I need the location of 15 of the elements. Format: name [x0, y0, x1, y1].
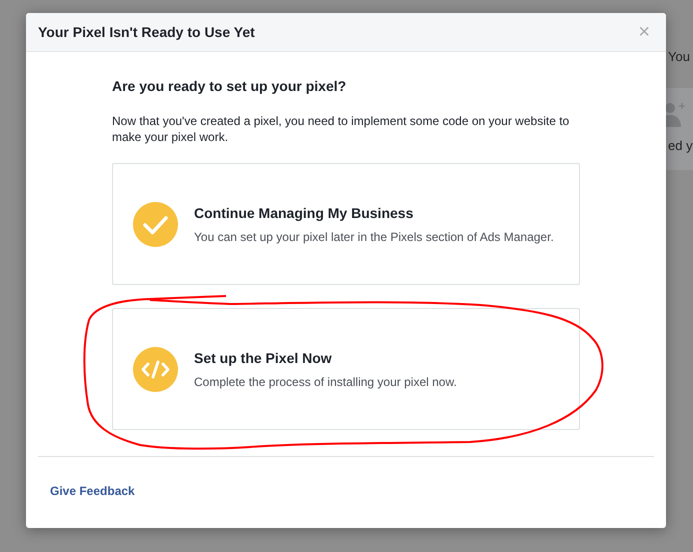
option-title: Continue Managing My Business: [194, 204, 414, 223]
option-description: You can set up your pixel later in the Pixels section of Ads Manager.: [194, 228, 554, 246]
background-text: ed y: [668, 137, 693, 155]
option-title: Set up the Pixel Now: [194, 348, 333, 368]
code-icon: [133, 346, 178, 392]
option-card[interactable]: Set up the Pixel Now Complete the process of installing your pixel now.: [112, 308, 580, 430]
option-card[interactable]: Continue Managing My Business You can set up your pixel later in the Pixels section of Ads Manager.: [112, 163, 580, 285]
add-person-icon: [665, 101, 685, 127]
intro-text: Now that you've created a pixel, you need to implement some code on your website to make your pixel work.: [112, 113, 570, 145]
option-description: Complete the process of installing your pixel now.: [194, 374, 457, 390]
dialog-title: Your Pixel Isn't Ready to Use Yet: [38, 22, 255, 42]
background-text: You: [668, 48, 690, 66]
question-heading: Are you ready to set up your pixel?: [112, 77, 348, 96]
give-feedback-link[interactable]: Give Feedback: [50, 484, 135, 498]
check-icon: [133, 202, 178, 246]
